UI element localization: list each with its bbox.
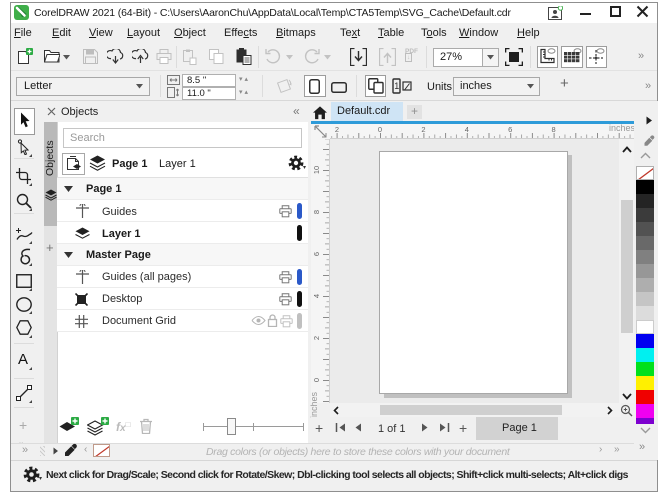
svg-text:0: 0 [312,378,321,382]
svg-text:0: 0 [378,125,382,134]
svg-text:6: 6 [508,125,512,134]
svg-text:8: 8 [552,125,556,134]
svg-text:8: 8 [312,210,321,214]
svg-text:1: 1 [394,81,399,91]
svg-text:4: 4 [312,294,321,298]
svg-text:2: 2 [421,125,425,134]
svg-text:10: 10 [312,166,321,174]
svg-text:6: 6 [312,252,321,256]
svg-text:2: 2 [335,125,339,134]
svg-text:2: 2 [312,336,321,340]
svg-text:4: 4 [465,125,469,134]
